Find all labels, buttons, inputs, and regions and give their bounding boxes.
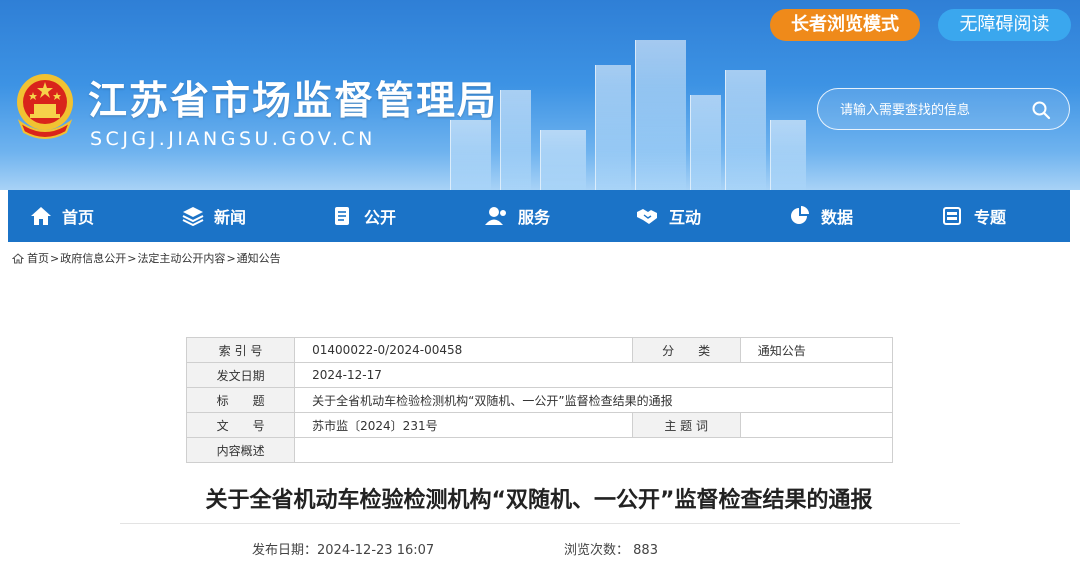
breadcrumb-link-gov-info[interactable]: 政府信息公开: [60, 250, 126, 266]
nav-item-label: 服务: [518, 208, 551, 227]
views-label: 浏览次数：: [564, 543, 630, 558]
search-input[interactable]: [838, 99, 1022, 121]
category-value: 通知公告: [739, 337, 894, 363]
breadcrumb: 首页 > 政府信息公开 > 法定主动公开内容 > 通知公告: [12, 250, 281, 266]
breadcrumb-link-home[interactable]: 首页: [27, 250, 49, 266]
subject-label: 主 题 词: [631, 412, 741, 438]
nav-item-topics[interactable]: 专题: [942, 190, 1006, 242]
handshake-icon: [637, 209, 657, 224]
title-label: 标 题: [185, 387, 296, 413]
nav-item-news[interactable]: 新闻: [182, 190, 246, 242]
topic-icon: [943, 207, 961, 225]
nav-item-label: 数据: [821, 208, 854, 227]
publish-date: 发布日期：2024-12-23 16:07: [252, 539, 434, 558]
national-emblem-icon: [17, 74, 73, 139]
breadcrumb-separator: >: [127, 251, 137, 265]
date-label: 发文日期: [185, 362, 296, 388]
table-row: 发文日期 2024-12-17: [185, 362, 893, 388]
nav-item-label: 首页: [62, 208, 95, 227]
breadcrumb-link-statutory[interactable]: 法定主动公开内容: [137, 250, 225, 266]
search-icon[interactable]: [1031, 100, 1051, 120]
nav-item-service[interactable]: 服务: [484, 190, 550, 242]
nav-item-label: 互动: [669, 208, 702, 227]
home-icon: [31, 207, 51, 225]
breadcrumb-link-notices[interactable]: 通知公告: [237, 250, 281, 266]
pie-chart-icon: [791, 206, 809, 224]
main-content: 首页 > 政府信息公开 > 法定主动公开内容 > 通知公告 索 引 号 0140…: [8, 242, 1070, 567]
nav-item-data[interactable]: 数据: [789, 190, 853, 242]
elder-mode-button[interactable]: 长者浏览模式: [770, 9, 920, 41]
publish-value: 2024-12-23 16:07: [317, 543, 435, 558]
table-row: 标 题 关于全省机动车检验检测机构“双随机、一公开”监督检查结果的通报: [185, 387, 893, 413]
layers-icon: [182, 207, 204, 226]
view-count: 浏览次数： 883: [564, 539, 658, 558]
site-domain: SCJGJ.JIANGSU.GOV.CN: [90, 128, 376, 150]
nav-item-label: 公开: [364, 208, 397, 227]
views-value: 883: [633, 543, 658, 558]
user-icon: [485, 207, 506, 225]
publish-label: 发布日期：: [252, 543, 318, 558]
nav-item-open[interactable]: 公开: [332, 190, 396, 242]
category-label: 分 类: [631, 337, 741, 363]
table-row: 内容概述: [185, 437, 893, 463]
docno-label: 文 号: [185, 412, 296, 438]
site-title: 江苏省市场监督管理局: [88, 79, 499, 124]
document-meta-table: 索 引 号 01400022-0/2024-00458 分 类 通知公告 发文日…: [185, 337, 894, 463]
summary-label: 内容概述: [185, 437, 296, 463]
title-value: 关于全省机动车检验检测机构“双随机、一公开”监督检查结果的通报: [294, 387, 893, 413]
main-nav: 首页 新闻 公开 服务 互动 数据 专题: [8, 190, 1070, 242]
home-icon: [12, 252, 24, 263]
index-label: 索 引 号: [185, 337, 296, 363]
breadcrumb-separator: >: [50, 251, 60, 265]
date-value: 2024-12-17: [294, 362, 893, 388]
title-divider: [120, 523, 960, 524]
search-box: [817, 88, 1070, 130]
docno-value: 苏市监〔2024〕231号: [294, 412, 633, 438]
accessibility-button[interactable]: 无障碍阅读: [938, 9, 1071, 41]
nav-item-home[interactable]: 首页: [30, 190, 94, 242]
index-value: 01400022-0/2024-00458: [294, 337, 633, 363]
table-row: 文 号 苏市监〔2024〕231号 主 题 词: [185, 412, 894, 438]
breadcrumb-separator: >: [226, 251, 236, 265]
article-title: 关于全省机动车检验检测机构“双随机、一公开”监督检查结果的通报: [205, 488, 873, 513]
nav-item-label: 新闻: [214, 208, 247, 227]
document-icon: [335, 207, 349, 225]
subject-value: [739, 412, 894, 438]
nav-item-label: 专题: [974, 208, 1007, 227]
summary-value: [294, 437, 893, 463]
table-row: 索 引 号 01400022-0/2024-00458 分 类 通知公告: [185, 337, 894, 363]
nav-item-interact[interactable]: 互动: [635, 190, 701, 242]
site-header: 江苏省市场监督管理局 SCJGJ.JIANGSU.GOV.CN 长者浏览模式 无…: [0, 0, 1080, 190]
